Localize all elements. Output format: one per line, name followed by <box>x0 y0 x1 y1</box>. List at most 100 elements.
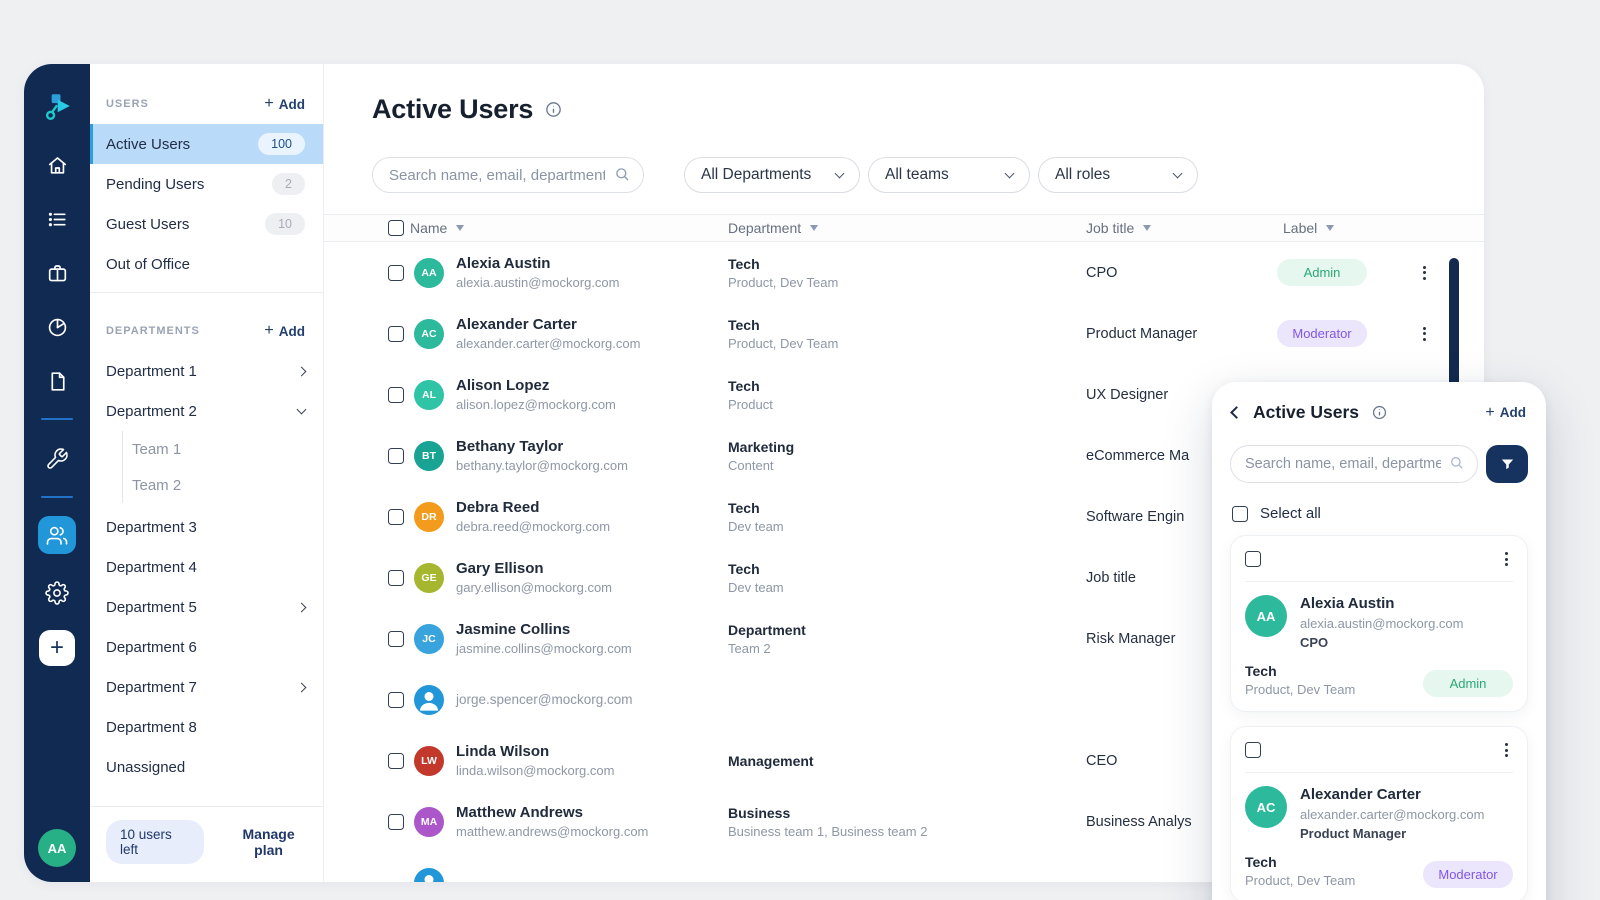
select-all-checkbox[interactable] <box>388 220 404 236</box>
filter-button[interactable] <box>1486 445 1528 483</box>
department-teams: Content <box>728 458 1080 473</box>
users-header-label: USERS <box>106 98 149 110</box>
department: Tech <box>728 317 1080 333</box>
wrench-icon[interactable] <box>38 444 76 474</box>
pie-chart-icon[interactable] <box>38 312 76 342</box>
sidebar-item-label: Active Users <box>106 136 190 153</box>
document-icon[interactable] <box>38 366 76 396</box>
filter-dropdown-all-roles[interactable]: All roles <box>1038 157 1198 193</box>
card-checkbox[interactable] <box>1245 742 1261 758</box>
plus-icon: + <box>1485 405 1494 421</box>
dropdown-value: All roles <box>1055 166 1110 184</box>
row-checkbox[interactable] <box>388 265 404 281</box>
card-menu-button[interactable] <box>1499 739 1513 761</box>
row-checkbox[interactable] <box>388 753 404 769</box>
select-all-checkbox[interactable] <box>1232 506 1248 522</box>
department-teams: Product, Dev Team <box>1245 682 1355 697</box>
sidebar-item-team-2[interactable]: Team 2 <box>123 467 323 503</box>
table-scrollbar[interactable] <box>1449 258 1459 390</box>
row-checkbox[interactable] <box>388 692 404 708</box>
user-card[interactable]: AA Alexia Austin alexia.austin@mockorg.c… <box>1230 535 1528 712</box>
row-checkbox[interactable] <box>388 509 404 525</box>
search-icon <box>1448 454 1466 477</box>
back-chevron-icon[interactable] <box>1230 406 1243 419</box>
filter-dropdown-all-departments[interactable]: All Departments <box>684 157 860 193</box>
row-menu-button[interactable] <box>1417 262 1431 284</box>
card-menu-button[interactable] <box>1499 548 1513 570</box>
rail-divider <box>41 496 73 498</box>
row-checkbox[interactable] <box>388 387 404 403</box>
sidebar-item-department-4[interactable]: Department 4 <box>90 547 323 587</box>
role-label-badge: Admin <box>1423 670 1513 697</box>
user-name: Matthew Andrews <box>456 804 722 821</box>
column-label: Label <box>1283 220 1317 236</box>
sidebar-item-pending-users[interactable]: Pending Users 2 <box>90 164 323 204</box>
sidebar-item-label: Department 7 <box>106 679 197 696</box>
avatar: DR <box>414 502 444 532</box>
column-header-label[interactable]: Label <box>1277 220 1417 236</box>
sidebar-item-department-8[interactable]: Department 8 <box>90 707 323 747</box>
row-checkbox[interactable] <box>388 326 404 342</box>
row-checkbox[interactable] <box>388 814 404 830</box>
table-row[interactable]: ACAlexander Carteralexander.carter@mocko… <box>324 303 1484 364</box>
column-header-job-title[interactable]: Job title <box>1080 220 1277 236</box>
user-card[interactable]: AC Alexander Carter alexander.carter@moc… <box>1230 726 1528 900</box>
sidebar-item-department-7[interactable]: Department 7 <box>90 667 323 707</box>
sidebar-footer: 10 users left Manage plan <box>90 806 323 882</box>
sidebar-item-department-6[interactable]: Department 6 <box>90 627 323 667</box>
user-email: gary.ellison@mockorg.com <box>456 580 722 595</box>
card-checkbox[interactable] <box>1245 551 1261 567</box>
filter-dropdown-all-teams[interactable]: All teams <box>868 157 1030 193</box>
list-icon[interactable] <box>38 204 76 234</box>
sidebar-item-department-5[interactable]: Department 5 <box>90 587 323 627</box>
add-department-button[interactable]: + Add <box>264 323 305 339</box>
sidebar-item-active-users[interactable]: Active Users100 <box>90 124 323 164</box>
column-label: Name <box>410 220 447 236</box>
chevron-right-icon <box>297 602 307 612</box>
chevron-down-icon <box>297 404 307 414</box>
job-title: CPO <box>1300 635 1463 650</box>
search-input[interactable] <box>372 157 644 193</box>
sidebar-item-department-1[interactable]: Department 1 <box>90 351 323 391</box>
user-name: Alison Lopez <box>456 377 722 394</box>
row-menu-button[interactable] <box>1417 323 1431 345</box>
users-icon[interactable] <box>38 516 76 554</box>
avatar: AC <box>1245 786 1287 828</box>
panel-add-button[interactable]: + Add <box>1485 405 1526 421</box>
chevron-right-icon <box>297 366 307 376</box>
briefcase-icon[interactable] <box>38 258 76 288</box>
manage-plan-link[interactable]: Manage plan <box>228 826 309 858</box>
app-root: + AA USERS + Add Active Users100Pending … <box>0 0 1600 900</box>
sidebar-item-unassigned[interactable]: Unassigned <box>90 747 323 787</box>
column-header-name[interactable]: Name <box>404 220 722 236</box>
sidebar-item-guest-users[interactable]: Guest Users10 <box>90 204 323 244</box>
column-header-department[interactable]: Department <box>722 220 1080 236</box>
gear-icon[interactable] <box>38 578 76 608</box>
sidebar-item-department-3[interactable]: Department 3 <box>90 507 323 547</box>
add-user-button[interactable]: + Add <box>264 96 305 112</box>
rail-plus-button[interactable]: + <box>39 630 75 666</box>
department: Tech <box>728 500 1080 516</box>
user-avatar[interactable]: AA <box>38 829 76 867</box>
home-icon[interactable] <box>38 150 76 180</box>
table-row[interactable]: AAAlexia Austinalexia.austin@mockorg.com… <box>324 242 1484 303</box>
panel-search-input[interactable] <box>1230 445 1478 483</box>
sidebar-item-department-2[interactable]: Department 2 <box>90 391 323 431</box>
count-badge: 2 <box>272 173 305 195</box>
sort-icon <box>1326 225 1334 231</box>
row-checkbox[interactable] <box>388 448 404 464</box>
row-checkbox[interactable] <box>388 631 404 647</box>
sidebar-item-team-1[interactable]: Team 1 <box>123 431 323 467</box>
info-icon[interactable] <box>544 100 563 119</box>
table-header: Name DepartmentJob title Label <box>324 214 1484 242</box>
row-checkbox[interactable] <box>388 570 404 586</box>
info-icon[interactable] <box>1371 404 1388 421</box>
user-email: bethany.taylor@mockorg.com <box>456 458 722 473</box>
logo-icon[interactable] <box>38 86 76 126</box>
sidebar-item-label: Pending Users <box>106 176 204 193</box>
users-section-header: USERS + Add <box>90 92 323 116</box>
sidebar-item-out-of-office[interactable]: Out of Office <box>90 244 323 284</box>
user-email: alexander.carter@mockorg.com <box>456 336 722 351</box>
department: Tech <box>728 378 1080 394</box>
user-email: alison.lopez@mockorg.com <box>456 397 722 412</box>
